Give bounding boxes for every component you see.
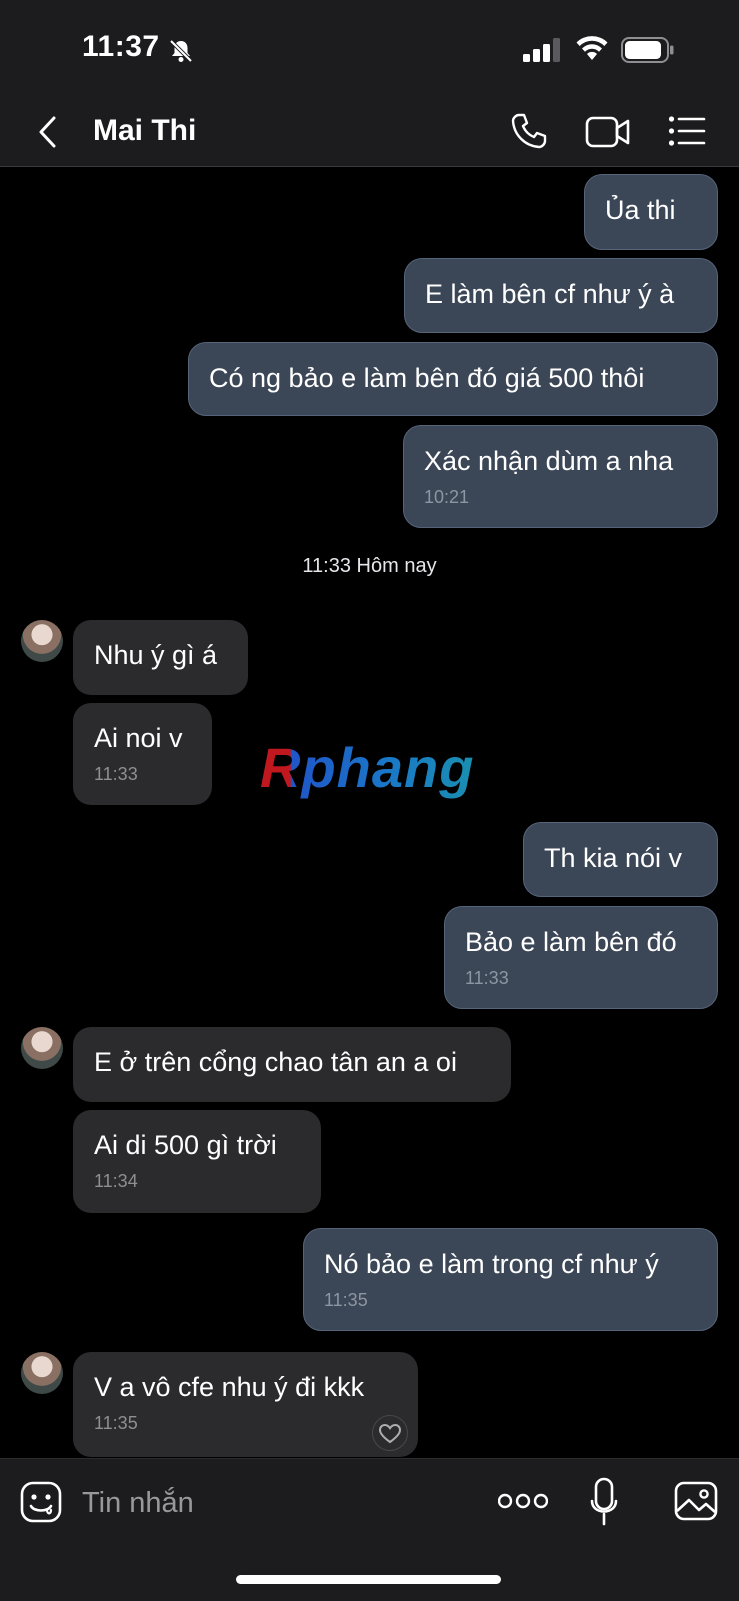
contact-name[interactable]: Mai Thi	[93, 114, 196, 148]
contact-avatar[interactable]	[21, 620, 63, 662]
status-time: 11:37	[82, 30, 160, 63]
back-arrow-icon[interactable]	[34, 114, 62, 150]
message-text: Ai noi v	[94, 723, 183, 753]
message-bubble-incoming[interactable]: Ai noi v 11:33	[73, 703, 212, 805]
message-bubble-outgoing[interactable]: Nó bảo e làm trong cf như ý 11:35	[303, 1228, 718, 1331]
watermark-logo: Rphang	[260, 736, 475, 799]
microphone-icon[interactable]	[590, 1477, 618, 1527]
contact-avatar[interactable]	[21, 1027, 63, 1069]
date-separator: 11:33 Hôm nay	[302, 555, 437, 577]
message-text: Ủa thi	[605, 195, 676, 225]
cellular-signal-icon	[523, 38, 560, 62]
chat-header: Mai Thi	[0, 100, 739, 167]
message-timestamp: 11:33	[94, 764, 138, 784]
image-gallery-icon[interactable]	[674, 1481, 718, 1521]
heart-outline-icon	[378, 1423, 402, 1444]
message-timestamp: 11:34	[94, 1171, 138, 1191]
message-bubble-incoming[interactable]: Nhu ý gì á	[73, 620, 248, 695]
message-bubble-incoming[interactable]: Ai di 500 gì trời 11:34	[73, 1110, 321, 1213]
message-text: Có ng bảo e làm bên đó giá 500 thôi	[209, 363, 645, 393]
emoji-sticker-icon[interactable]	[20, 1481, 62, 1523]
reaction-button[interactable]	[372, 1415, 408, 1451]
status-bar: 11:37	[0, 0, 739, 100]
phone-call-icon[interactable]	[510, 112, 548, 150]
message-composer	[0, 1458, 739, 1601]
message-list[interactable]: Ủa thi E làm bên cf như ý à Có ng bảo e …	[0, 167, 739, 1457]
message-bubble-incoming[interactable]: E ở trên cổng chao tân an a oi	[73, 1027, 511, 1102]
message-text: Nhu ý gì á	[94, 640, 218, 670]
message-timestamp: 11:33	[465, 968, 509, 988]
message-bubble-outgoing[interactable]: E làm bên cf như ý à	[404, 258, 718, 333]
message-timestamp: 10:21	[424, 487, 470, 507]
message-bubble-outgoing[interactable]: Có ng bảo e làm bên đó giá 500 thôi	[188, 342, 718, 416]
message-input[interactable]	[80, 1477, 464, 1529]
message-bubble-outgoing[interactable]: Bảo e làm bên đó 11:33	[444, 906, 718, 1009]
video-call-icon[interactable]	[585, 114, 631, 150]
message-bubble-outgoing[interactable]: Xác nhận dùm a nha 10:21	[403, 425, 718, 528]
message-text: Th kia nói v	[544, 843, 683, 873]
message-text: Nó bảo e làm trong cf như ý	[324, 1249, 659, 1279]
home-indicator	[236, 1575, 501, 1584]
menu-list-icon[interactable]	[668, 114, 706, 148]
message-text: E ở trên cổng chao tân an a oi	[94, 1047, 457, 1077]
wifi-icon	[576, 36, 608, 60]
message-text: E làm bên cf như ý à	[425, 279, 675, 309]
bell-muted-icon	[169, 39, 193, 63]
message-text: V a vô cfe nhu ý đi kkk	[94, 1372, 365, 1402]
message-bubble-outgoing[interactable]: Ủa thi	[584, 174, 718, 250]
message-bubble-outgoing[interactable]: Th kia nói v	[523, 822, 718, 897]
message-text: Bảo e làm bên đó	[465, 927, 677, 957]
more-options-icon[interactable]	[498, 1491, 548, 1511]
battery-icon	[621, 37, 674, 63]
message-text: Ai di 500 gì trời	[94, 1130, 277, 1160]
message-bubble-incoming[interactable]: V a vô cfe nhu ý đi kkk 11:35	[73, 1352, 418, 1457]
message-timestamp: 11:35	[94, 1413, 138, 1433]
message-text: Xác nhận dùm a nha	[424, 446, 674, 476]
contact-avatar[interactable]	[21, 1352, 63, 1394]
message-timestamp: 11:35	[324, 1290, 368, 1310]
